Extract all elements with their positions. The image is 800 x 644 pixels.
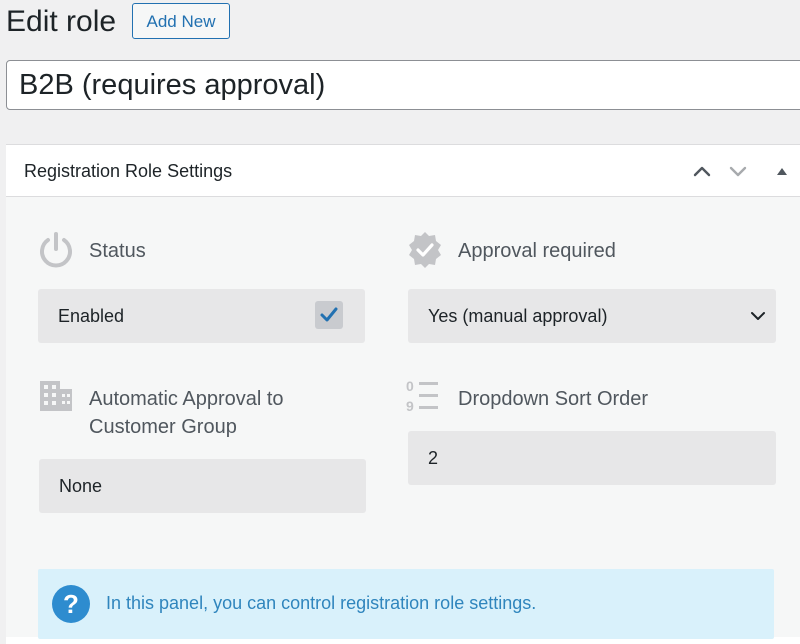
svg-text:9: 9: [406, 398, 414, 414]
auto-approval-label-line1: Automatic Approval to: [89, 388, 284, 410]
power-icon: [40, 232, 72, 268]
approval-value: Yes (manual approval): [428, 305, 608, 326]
chevron-down-icon: [729, 166, 747, 177]
panel-body: Status Enabled Approval required Yes (ma…: [6, 197, 800, 639]
registration-role-settings-panel: Registration Role Settings Status Enable…: [6, 144, 800, 644]
question-icon: ?: [52, 585, 90, 623]
move-down-button[interactable]: [726, 159, 750, 183]
info-text: In this panel, you can control registrat…: [106, 593, 537, 613]
sort-order-value: 2: [428, 447, 439, 468]
status-label: Status: [89, 240, 146, 262]
add-new-button[interactable]: Add New: [132, 3, 230, 39]
approval-select[interactable]: Yes (manual approval): [408, 289, 776, 343]
auto-approval-label-line2: Customer Group: [89, 416, 237, 438]
chevron-down-icon: [751, 312, 765, 320]
status-checkbox[interactable]: [315, 301, 343, 329]
sort-numeric-icon: 0 9: [406, 378, 438, 414]
approval-label: Approval required: [458, 240, 616, 262]
panel-header: Registration Role Settings: [6, 145, 800, 197]
page-header: Edit role Add New: [0, 0, 800, 52]
building-icon: [40, 381, 72, 411]
info-notice: ? In this panel, you can control registr…: [38, 569, 774, 639]
triangle-up-icon: [777, 168, 787, 175]
auto-approval-select[interactable]: None: [39, 459, 366, 513]
auto-approval-value: None: [59, 475, 103, 496]
page-title: Edit role: [6, 5, 117, 38]
status-value: Enabled: [58, 305, 125, 326]
toggle-panel-button[interactable]: [770, 159, 794, 183]
move-up-button[interactable]: [690, 159, 714, 183]
sort-order-label: Dropdown Sort Order: [458, 388, 649, 410]
svg-text:0: 0: [406, 378, 414, 394]
chevron-up-icon: [693, 166, 711, 177]
panel-title: Registration Role Settings: [24, 161, 233, 181]
status-field[interactable]: Enabled: [38, 289, 365, 343]
sort-order-input[interactable]: 2: [408, 431, 776, 485]
badge-check-icon: [409, 232, 441, 268]
checkmark-icon: [320, 307, 338, 322]
role-title-input[interactable]: [6, 60, 800, 110]
